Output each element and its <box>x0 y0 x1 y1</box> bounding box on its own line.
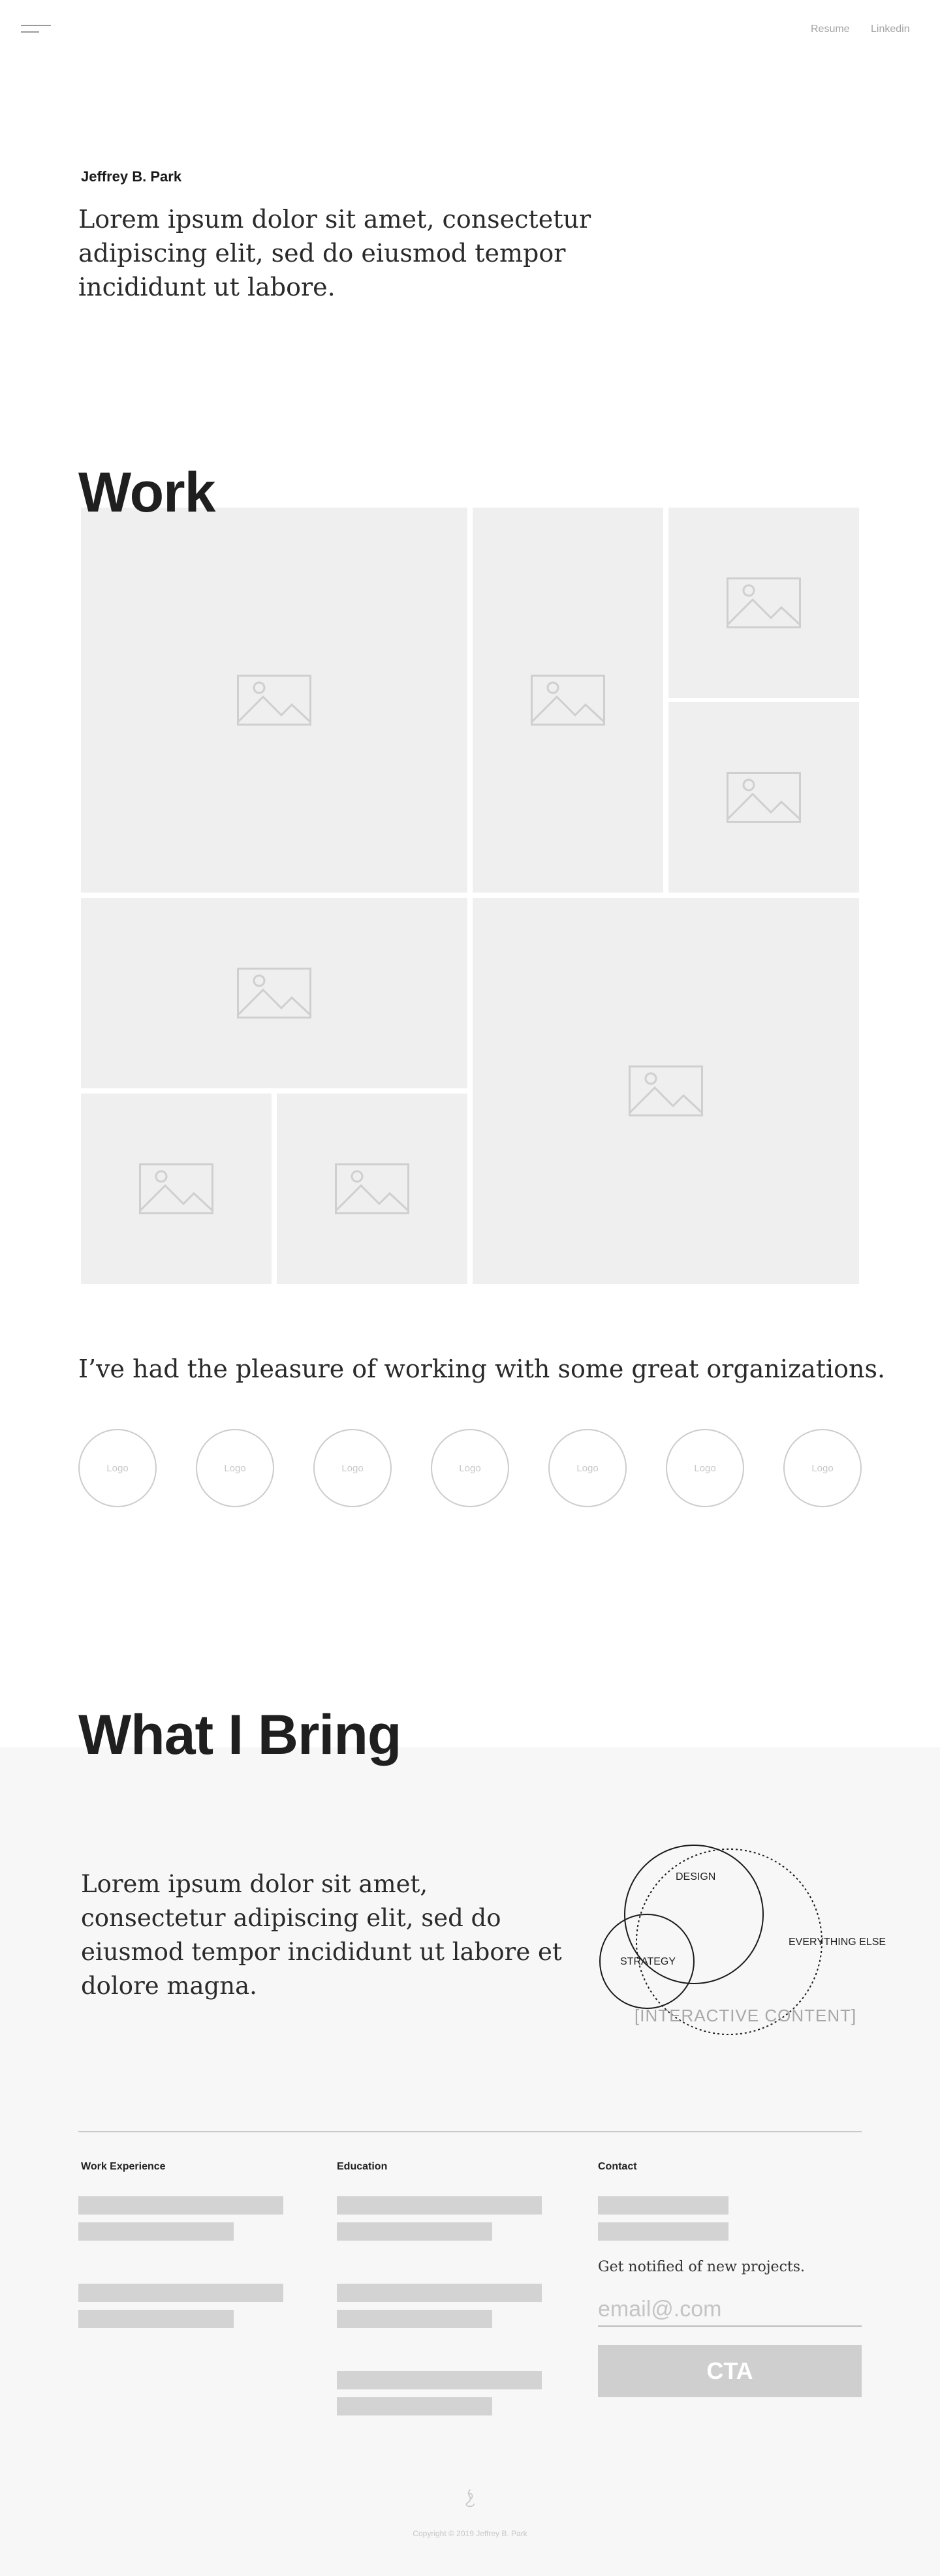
image-placeholder-icon <box>237 968 311 1019</box>
work-tile[interactable] <box>81 508 467 893</box>
bring-text: Lorem ipsum dolor sit amet, consectetur … <box>81 1870 562 2000</box>
image-placeholder-icon <box>629 1066 703 1116</box>
education-placeholder <box>337 2397 492 2415</box>
venn-diagram[interactable]: DESIGN STRATEGY EVERYTHING ELSE [INTERAC… <box>588 1833 894 2042</box>
contact-heading: Contact <box>598 2161 637 2172</box>
education-placeholder <box>337 2310 492 2328</box>
org-logo[interactable]: Logo <box>313 1429 392 1507</box>
org-logo[interactable]: Logo <box>548 1429 627 1507</box>
work-experience-placeholder <box>78 2196 283 2215</box>
image-placeholder-icon <box>727 577 801 628</box>
notify-text: Get notified of new projects. <box>598 2259 806 2275</box>
work-experience-placeholder <box>78 2222 234 2241</box>
education-heading: Education <box>337 2161 388 2172</box>
intro-text: Lorem ipsum dolor sit amet, consectetur … <box>78 205 591 301</box>
contact-placeholder <box>598 2196 728 2215</box>
work-experience-placeholder <box>78 2284 283 2302</box>
org-logo[interactable]: Logo <box>666 1429 744 1507</box>
nav-link-resume[interactable]: Resume <box>811 23 850 35</box>
work-tile[interactable] <box>277 1094 467 1284</box>
copyright-text: Copyright © 2019 Jeffrey B. Park <box>413 2529 527 2538</box>
work-tile[interactable] <box>473 508 663 893</box>
image-placeholder-icon <box>139 1163 213 1214</box>
interactive-content-label: [INTERACTIVE CONTENT] <box>634 2006 857 2025</box>
work-tile[interactable] <box>668 702 859 893</box>
venn-label-design: DESIGN <box>676 1871 716 1882</box>
contact-placeholder <box>598 2222 728 2241</box>
bring-heading: What I Bring <box>78 1704 401 1766</box>
org-logo[interactable]: Logo <box>196 1429 274 1507</box>
organizations-text: I’ve had the pleasure of working with so… <box>78 1355 886 1383</box>
work-tile[interactable] <box>668 508 859 698</box>
image-placeholder-icon <box>531 675 605 726</box>
education-placeholder <box>337 2371 542 2389</box>
org-logo[interactable]: Logo <box>783 1429 862 1507</box>
work-heading: Work <box>78 461 215 524</box>
education-placeholder <box>337 2284 542 2302</box>
image-placeholder-icon <box>335 1163 409 1214</box>
venn-label-strategy: STRATEGY <box>620 1956 676 1967</box>
image-placeholder-icon <box>237 675 311 726</box>
section-divider <box>78 2131 862 2132</box>
education-placeholder <box>337 2196 542 2215</box>
org-logo[interactable]: Logo <box>78 1429 157 1507</box>
email-input[interactable] <box>598 2293 862 2327</box>
hamburger-menu-icon[interactable] <box>21 22 51 35</box>
work-tile[interactable] <box>81 1094 272 1284</box>
education-placeholder <box>337 2222 492 2241</box>
signature-logo-icon <box>465 2489 475 2507</box>
nav-link-linkedin[interactable]: Linkedin <box>871 23 910 35</box>
work-tile[interactable] <box>473 898 859 1284</box>
work-experience-heading: Work Experience <box>81 2161 166 2172</box>
venn-label-everything-else: EVERYTHING ELSE <box>789 1937 886 1948</box>
image-placeholder-icon <box>727 772 801 823</box>
org-logo[interactable]: Logo <box>431 1429 509 1507</box>
author-name: Jeffrey B. Park <box>81 168 182 185</box>
work-tile[interactable] <box>81 898 467 1088</box>
cta-button[interactable]: CTA <box>598 2345 862 2397</box>
work-experience-placeholder <box>78 2310 234 2328</box>
